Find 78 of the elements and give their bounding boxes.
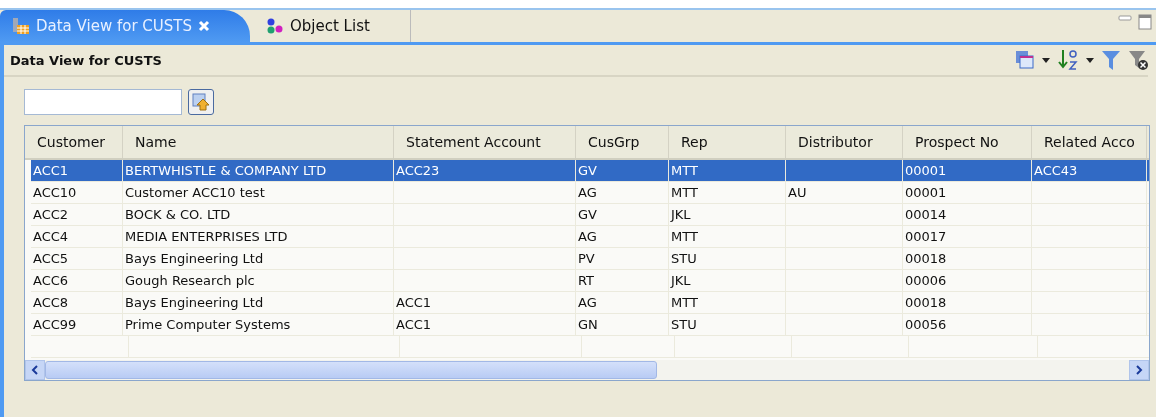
table-cell: 00014: [903, 204, 1032, 225]
table-cell: ACC43: [1032, 160, 1147, 181]
table-cell: BERTWHISTLE & COMPANY LTD: [123, 160, 394, 181]
table-cell: ACC8: [31, 292, 123, 313]
column-header[interactable]: Rep: [669, 126, 786, 158]
table-cell: MTT: [669, 182, 786, 203]
table-cell: AU: [786, 182, 903, 203]
table-cell: Gough Research plc: [123, 270, 394, 291]
clear-filter-icon[interactable]: [1128, 49, 1148, 71]
table-cell: STU: [669, 248, 786, 269]
table-cell: ACC10: [31, 182, 123, 203]
scroll-thumb[interactable]: [45, 361, 657, 379]
table-cell: ACC5: [31, 248, 123, 269]
window-layout-icon[interactable]: [1015, 50, 1035, 70]
table-cell: MTT: [669, 160, 786, 181]
objects-icon: [266, 18, 284, 34]
filter-icon[interactable]: [1101, 49, 1121, 71]
table-cell: GN: [576, 314, 669, 335]
table-cell: ACC1: [31, 160, 123, 181]
table-cell: Bays Engineering Ltd: [123, 292, 394, 313]
table-cell: ACC1: [394, 292, 576, 313]
search-button[interactable]: [188, 89, 214, 115]
table-row[interactable]: ACC2 BOCK & CO. LTD GV JKL 00014: [31, 204, 1149, 226]
table-cell: ACC4: [31, 226, 123, 247]
view-title: Data View for CUSTS: [10, 52, 162, 68]
table-cell: ACC2: [31, 204, 123, 225]
table-cell: 00056: [903, 314, 1032, 335]
column-header[interactable]: Prospect No: [903, 126, 1032, 158]
scroll-right-button[interactable]: [1129, 360, 1149, 380]
maximize-icon[interactable]: [1138, 14, 1152, 30]
table-cell: AG: [576, 182, 669, 203]
table-cell: JKL: [669, 204, 786, 225]
table-cell: STU: [669, 314, 786, 335]
column-header[interactable]: Name: [123, 126, 394, 158]
table-row[interactable]: ACC99 Prime Computer Systems ACC1 GN STU 00056: [31, 314, 1149, 336]
horizontal-scrollbar[interactable]: [25, 360, 1149, 380]
table-cell: Prime Computer Systems: [123, 314, 394, 335]
table-row[interactable]: ACC8 Bays Engineering Ltd ACC1 AG MTT 00018: [31, 292, 1149, 314]
column-header[interactable]: Statement Account: [394, 126, 576, 158]
table-cell: GV: [576, 204, 669, 225]
column-header[interactable]: Distributor: [786, 126, 903, 158]
table-cell: 00018: [903, 292, 1032, 313]
sort-icon[interactable]: [1057, 49, 1079, 71]
table-cell: AG: [576, 226, 669, 247]
close-icon[interactable]: [198, 20, 210, 32]
table-row[interactable]: ACC4 MEDIA ENTERPRISES LTD AG MTT 00017: [31, 226, 1149, 248]
table-row[interactable]: ACC1 BERTWHISTLE & COMPANY LTD ACC23 GV MTT 00001 ACC43: [31, 160, 1149, 182]
table-cell: 00018: [903, 248, 1032, 269]
dropdown-caret-icon[interactable]: [1042, 57, 1050, 63]
table-cell: GV: [576, 160, 669, 181]
table-cell: MEDIA ENTERPRISES LTD: [123, 226, 394, 247]
table-cell: MTT: [669, 292, 786, 313]
table-cell: JKL: [669, 270, 786, 291]
table-cell: 00006: [903, 270, 1032, 291]
table-cell: 00001: [903, 182, 1032, 203]
search-field[interactable]: [24, 89, 182, 115]
table-cell: BOCK & CO. LTD: [123, 204, 394, 225]
table-cell: ACC99: [31, 314, 123, 335]
table-row[interactable]: ACC6 Gough Research plc RT JKL 00006: [31, 270, 1149, 292]
table-cell: MTT: [669, 226, 786, 247]
column-header[interactable]: Customer: [25, 126, 123, 158]
table-cell: ACC1: [394, 314, 576, 335]
table-cell: AG: [576, 292, 669, 313]
scroll-left-button[interactable]: [25, 360, 45, 380]
table-cell: ACC23: [394, 160, 576, 181]
column-header[interactable]: Related Acco: [1032, 126, 1147, 158]
table-cell: PV: [576, 248, 669, 269]
column-header[interactable]: CusGrp: [576, 126, 669, 158]
table-cell: 00001: [903, 160, 1032, 181]
table-cell: RT: [576, 270, 669, 291]
dropdown-caret-icon[interactable]: [1086, 57, 1094, 63]
table-cell: Bays Engineering Ltd: [123, 248, 394, 269]
table-cell: Customer ACC10 test: [123, 182, 394, 203]
table-row[interactable]: ACC10 Customer ACC10 test AG MTT AU 00001: [31, 182, 1149, 204]
table-row[interactable]: ACC5 Bays Engineering Ltd PV STU 00018: [31, 248, 1149, 270]
table-cell: ACC6: [31, 270, 123, 291]
table-icon: [12, 17, 30, 35]
table-cell: 00017: [903, 226, 1032, 247]
